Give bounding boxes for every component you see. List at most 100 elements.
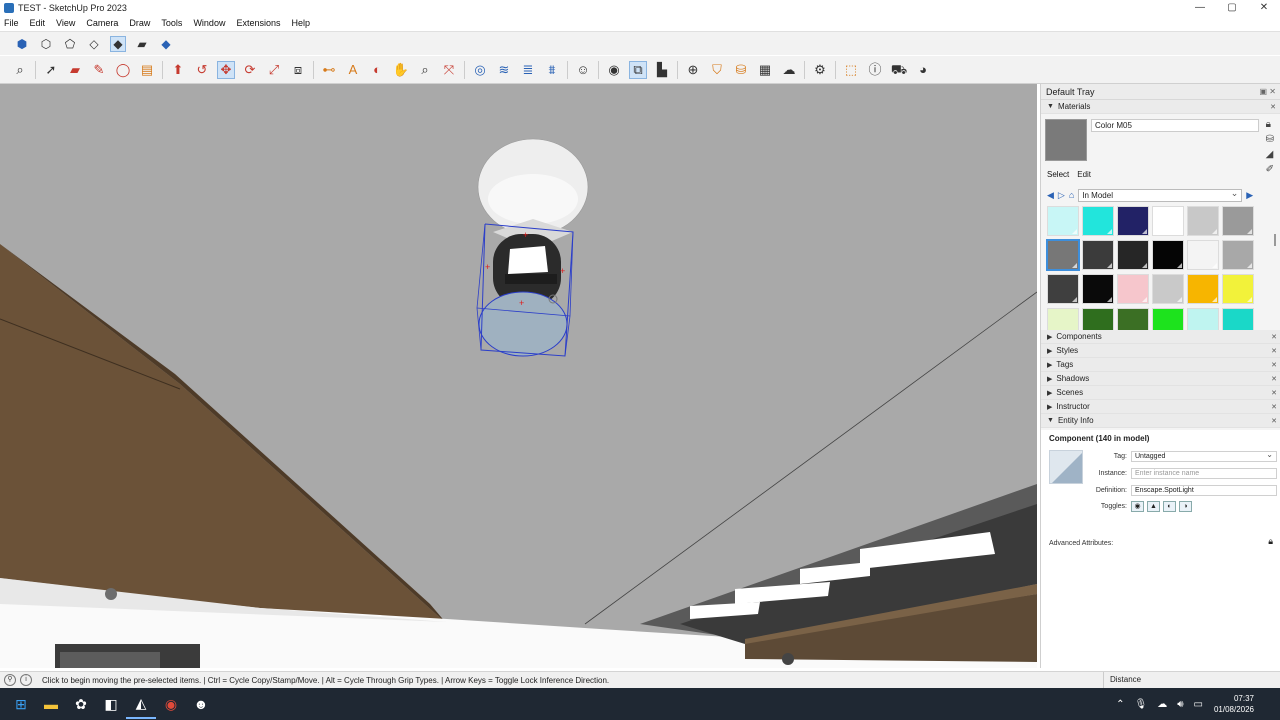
orbit-icon[interactable]: ◐	[368, 61, 386, 79]
back-arrow-icon[interactable]: ◀	[1047, 190, 1054, 201]
user-profile-icon[interactable]: ◕	[914, 61, 932, 79]
tab-select[interactable]: Select	[1047, 170, 1069, 179]
chevron-up-icon[interactable]: ⌃	[1116, 699, 1124, 710]
menu-draw[interactable]: Draw	[129, 18, 150, 28]
materials-section-header[interactable]: ▼ Materials ✕	[1041, 100, 1280, 114]
geo-location-icon[interactable]: ⚲	[4, 674, 16, 686]
instance-name-input[interactable]: Enter instance name	[1131, 468, 1277, 479]
entity-info-section-header[interactable]: ▼ Entity Info ✕	[1041, 414, 1280, 428]
section-plane-icon[interactable]: ◎	[471, 61, 489, 79]
material-swatch[interactable]	[1187, 240, 1219, 270]
advanced-lock-icon[interactable]: 🔒︎	[1268, 536, 1273, 547]
shaded-style-icon[interactable]: ◆	[110, 35, 126, 52]
menu-window[interactable]: Window	[193, 18, 225, 28]
material-swatch[interactable]	[1222, 240, 1254, 270]
chrome-icon[interactable]: ◉	[156, 689, 186, 719]
details-arrow-icon[interactable]: ▶	[1246, 190, 1253, 201]
material-swatch[interactable]	[1046, 239, 1080, 271]
material-swatch[interactable]	[1082, 274, 1114, 304]
follow-me-icon[interactable]: ↺	[193, 61, 211, 79]
swatch-scrollbar[interactable]	[1274, 234, 1276, 246]
material-swatch[interactable]	[1117, 206, 1149, 236]
instructor-section-header[interactable]: ▶ Instructor ✕	[1041, 400, 1280, 414]
material-swatch[interactable]	[1187, 206, 1219, 236]
enscape-capture-icon[interactable]: ⊕	[684, 61, 702, 79]
components-section-header[interactable]: ▶ Components ✕	[1041, 330, 1280, 344]
forward-arrow-icon[interactable]: ▷	[1058, 190, 1065, 201]
section-fill-icon[interactable]: ⩩	[543, 61, 561, 79]
model-viewport[interactable]: + + + +	[0, 84, 1037, 668]
pan-icon[interactable]: ✋	[392, 61, 410, 79]
rotate-tool-icon[interactable]: ⟳	[241, 61, 259, 79]
lock-toggle-icon[interactable]: ▲	[1147, 501, 1160, 512]
material-swatch[interactable]	[1187, 274, 1219, 304]
battery-icon[interactable]: ▭	[1194, 699, 1203, 710]
app-icon[interactable]: ✿	[66, 689, 96, 719]
monochrome-style-icon[interactable]: ▰	[134, 36, 150, 52]
discord-icon[interactable]: ☻	[186, 689, 216, 719]
file-explorer-icon[interactable]: ▬	[36, 689, 66, 719]
xray-style-icon[interactable]: ⬠	[62, 36, 78, 52]
iso-view-icon[interactable]: ⬢	[14, 36, 30, 52]
shape-tool-icon[interactable]: ◯	[114, 61, 132, 79]
search-icon[interactable]: ⌕	[11, 61, 29, 79]
material-swatch[interactable]	[1222, 206, 1254, 236]
eraser-tool-icon[interactable]: ▰	[66, 61, 84, 79]
microphone-icon[interactable]: 🎙︎	[1134, 699, 1147, 710]
menu-camera[interactable]: Camera	[86, 18, 118, 28]
extension-warehouse-icon[interactable]: ⛟	[890, 61, 908, 79]
scenes-section-header[interactable]: ▶ Scenes ✕	[1041, 386, 1280, 400]
menu-edit[interactable]: Edit	[30, 18, 46, 28]
zoom-icon[interactable]: ⌕	[416, 61, 434, 79]
enscape-sync-icon[interactable]: ⧉	[629, 60, 647, 79]
tape-measure-icon[interactable]: ⊷	[320, 61, 338, 79]
material-swatch[interactable]	[1152, 206, 1184, 236]
enscape-asset-icon[interactable]: ⛉	[708, 61, 726, 79]
enscape-materials-icon[interactable]: ⛁	[732, 61, 750, 79]
info-icon[interactable]: ⓘ	[866, 61, 884, 79]
offset-tool-icon[interactable]: ⧈	[289, 61, 307, 79]
lock-icon[interactable]: 🔒︎	[1266, 119, 1274, 130]
section-display-icon[interactable]: ≋	[495, 61, 513, 79]
tab-edit[interactable]: Edit	[1077, 170, 1091, 179]
minimize-button[interactable]: —	[1184, 0, 1216, 15]
cast-shadows-toggle-icon[interactable]: ◑	[1179, 501, 1192, 512]
create-material-icon[interactable]: ⛁	[1266, 134, 1274, 145]
menu-file[interactable]: File	[4, 18, 19, 28]
material-swatch[interactable]	[1152, 240, 1184, 270]
zoom-extents-icon[interactable]: ⤧	[440, 61, 458, 79]
select-tool-icon[interactable]: ➚	[42, 61, 60, 79]
top-view-icon[interactable]: ⬡	[38, 36, 54, 52]
textured-style-icon[interactable]: ◆	[158, 36, 174, 52]
sketchup-taskbar-icon[interactable]: ◭	[126, 689, 156, 719]
enscape-upload-icon[interactable]: ☁	[780, 61, 798, 79]
layout-icon[interactable]: ⬚	[842, 61, 860, 79]
start-button-icon[interactable]: ⊞	[6, 689, 36, 719]
material-swatch[interactable]	[1082, 240, 1114, 270]
definition-input[interactable]: Enscape.SpotLight	[1131, 485, 1277, 496]
move-tool-icon[interactable]: ✥	[217, 60, 235, 79]
scale-tool-icon[interactable]: ⤢	[265, 61, 283, 79]
tag-select[interactable]: Untagged	[1131, 450, 1277, 462]
maximize-button[interactable]: ▢	[1216, 0, 1248, 15]
home-icon[interactable]: ⌂	[1069, 190, 1074, 200]
visibility-toggle-icon[interactable]: ◉	[1131, 501, 1144, 512]
receive-shadows-toggle-icon[interactable]: ◐	[1163, 501, 1176, 512]
app-icon-2[interactable]: ◧	[96, 689, 126, 719]
material-swatch[interactable]	[1152, 274, 1184, 304]
collection-select[interactable]: In Model	[1078, 188, 1243, 202]
volume-icon[interactable]: 🔊︎	[1177, 699, 1183, 710]
menu-extensions[interactable]: Extensions	[236, 18, 280, 28]
wireframe-style-icon[interactable]: ◇	[86, 36, 102, 52]
cloud-icon[interactable]: ☁	[1157, 699, 1167, 710]
menu-help[interactable]: Help	[291, 18, 310, 28]
close-panel-icon[interactable]: ✕	[1270, 103, 1276, 111]
text-tool-icon[interactable]: A	[344, 61, 362, 79]
measurements-box[interactable]: Distance	[1103, 672, 1280, 688]
material-name-field[interactable]: Color M05	[1091, 119, 1259, 132]
line-tool-icon[interactable]: ✎	[90, 61, 108, 79]
default-material-icon[interactable]: ◢	[1266, 149, 1274, 160]
section-cut-icon[interactable]: ≣	[519, 61, 537, 79]
instructor-icon[interactable]: i	[20, 674, 32, 686]
shadows-section-header[interactable]: ▶ Shadows ✕	[1041, 372, 1280, 386]
